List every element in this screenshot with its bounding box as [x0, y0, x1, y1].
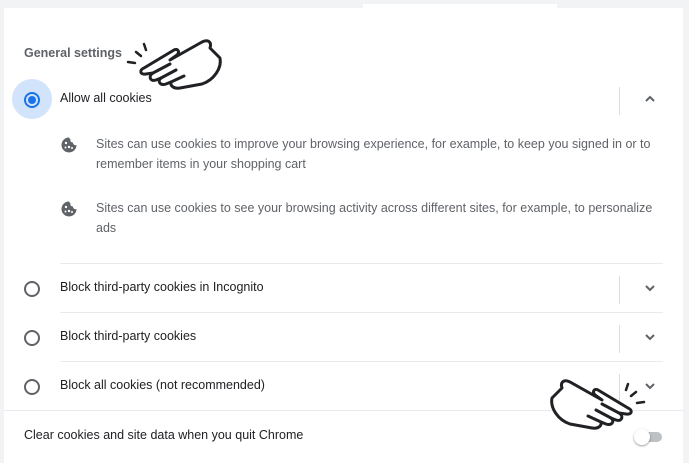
- radio-block-third-party[interactable]: [24, 330, 40, 346]
- option-allow-all-cookies[interactable]: Allow all cookies: [4, 75, 683, 123]
- option-label: Block third-party cookies: [60, 329, 197, 343]
- detail-text: Sites can use cookies to see your browsi…: [96, 201, 653, 235]
- option-label: Block third-party cookies in Incognito: [60, 280, 264, 294]
- top-strip: [4, 4, 683, 8]
- pointing-hand-icon: [550, 379, 646, 430]
- section-title: General settings: [24, 46, 122, 60]
- cookie-icon: [61, 201, 77, 217]
- chevron-up-icon[interactable]: [642, 91, 658, 107]
- radio-allow-all-cookies[interactable]: [24, 92, 40, 108]
- clear-on-exit-label: Clear cookies and site data when you qui…: [24, 428, 304, 442]
- separator: [619, 87, 620, 115]
- radio-block-all-cookies[interactable]: [24, 379, 40, 395]
- separator: [619, 276, 620, 304]
- tab-strip-left: [4, 4, 363, 8]
- option-block-third-party-incognito[interactable]: Block third-party cookies in Incognito: [4, 264, 683, 312]
- chevron-down-icon[interactable]: [642, 280, 658, 296]
- tab-strip-right: [557, 4, 683, 8]
- detail-text: Sites can use cookies to improve your br…: [96, 137, 651, 171]
- chevron-down-icon[interactable]: [642, 329, 658, 345]
- option-label: Allow all cookies: [60, 91, 152, 105]
- pointing-hand-icon: [126, 39, 222, 90]
- radio-block-third-party-incognito[interactable]: [24, 281, 40, 297]
- cookie-icon: [61, 137, 77, 153]
- option-block-third-party[interactable]: Block third-party cookies: [4, 313, 683, 361]
- separator: [619, 325, 620, 353]
- option-label: Block all cookies (not recommended): [60, 378, 265, 392]
